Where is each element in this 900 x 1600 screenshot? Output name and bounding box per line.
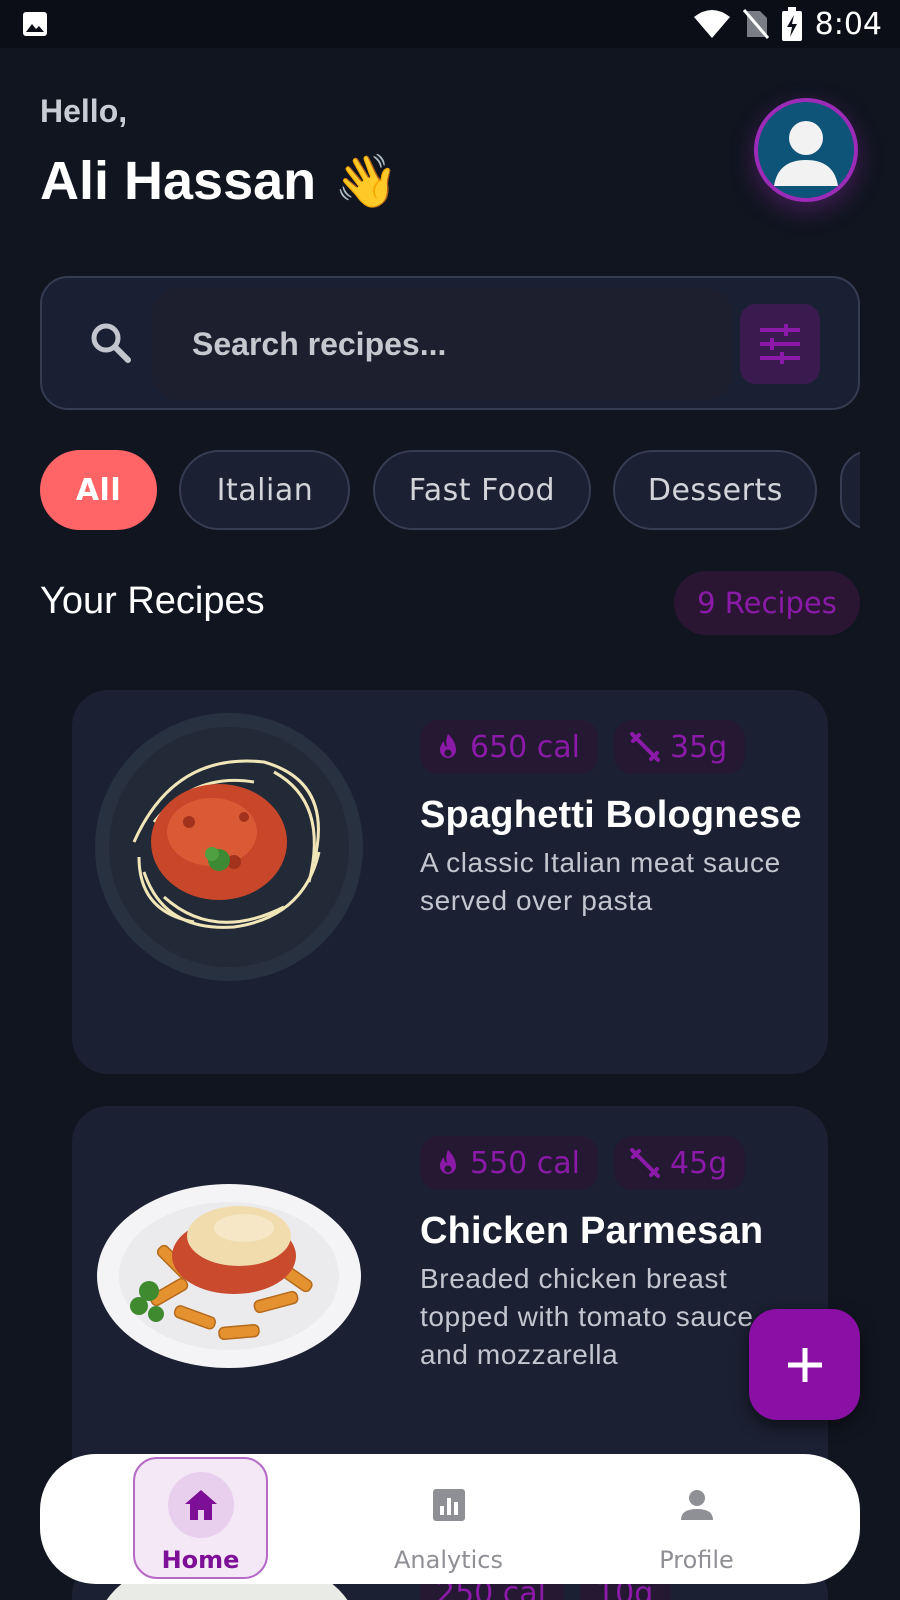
avatar-placeholder-icon — [774, 121, 838, 186]
recipe-description: A classic Italian meat sauce served over… — [420, 847, 781, 916]
battery-charging-icon — [781, 7, 802, 41]
person-icon — [664, 1472, 730, 1538]
recipe-card[interactable]: 650 cal 35g Spaghetti Bolognese A classi… — [72, 690, 828, 1074]
user-name-heading: Ali Hassan 👋 — [40, 150, 399, 212]
calories-value: 650 cal — [470, 729, 581, 765]
status-time: 8:04 — [814, 6, 882, 42]
chip-desserts[interactable]: Desserts — [613, 450, 818, 530]
filter-button[interactable] — [740, 304, 820, 384]
user-name: Ali Hassan — [40, 151, 317, 211]
nav-home[interactable]: Home — [133, 1454, 268, 1584]
nav-analytics[interactable]: Analytics — [381, 1454, 516, 1584]
recipe-title: Chicken Parmesan — [420, 1210, 764, 1252]
nav-analytics-label: Analytics — [394, 1546, 503, 1574]
calories-tag: 650 cal — [420, 720, 599, 774]
calories-tag: 550 cal — [420, 1136, 599, 1190]
chip-all[interactable]: All — [40, 450, 157, 530]
home-icon — [167, 1472, 234, 1538]
status-bar: 8:04 — [0, 0, 900, 48]
bottom-navigation: Home Analytics Profile — [40, 1454, 860, 1584]
image-notification-icon — [23, 12, 47, 36]
protein-value: 35g — [670, 729, 728, 765]
recipe-count-badge: 9 Recipes — [674, 571, 860, 635]
chip-fast-food[interactable]: Fast Food — [372, 450, 591, 530]
fire-icon — [440, 734, 456, 758]
wave-emoji-icon: 👋 — [334, 152, 399, 211]
protein-value: 45g — [670, 1145, 728, 1181]
fire-icon — [440, 1150, 456, 1174]
greeting-label: Hello, — [40, 93, 128, 129]
section-title: Your Recipes — [40, 580, 265, 622]
search-input[interactable]: Search recipes... — [152, 288, 732, 400]
fitness-icon — [630, 732, 661, 762]
add-recipe-button[interactable] — [749, 1309, 860, 1420]
nav-home-label: Home — [161, 1546, 240, 1574]
chip-more[interactable] — [839, 450, 860, 530]
wifi-icon — [693, 10, 730, 38]
search-icon[interactable] — [86, 318, 136, 368]
calories-value: 550 cal — [470, 1145, 581, 1181]
recipe-image — [97, 1184, 361, 1368]
recipe-title: Spaghetti Bolognese — [420, 794, 802, 836]
nav-profile-label: Profile — [659, 1546, 734, 1574]
fitness-icon — [630, 1148, 661, 1178]
no-sim-icon — [742, 9, 769, 39]
avatar[interactable] — [754, 98, 858, 202]
nav-profile[interactable]: Profile — [629, 1454, 764, 1584]
search-bar: Search recipes... — [40, 276, 860, 410]
chip-italian[interactable]: Italian — [179, 450, 351, 530]
category-chips: All Italian Fast Food Desserts — [40, 450, 860, 530]
analytics-icon — [416, 1472, 482, 1538]
plus-icon — [787, 1347, 822, 1382]
protein-tag: 45g — [614, 1136, 746, 1190]
protein-tag: 35g — [614, 720, 746, 774]
tune-icon — [760, 324, 800, 364]
recipe-image — [95, 713, 363, 981]
